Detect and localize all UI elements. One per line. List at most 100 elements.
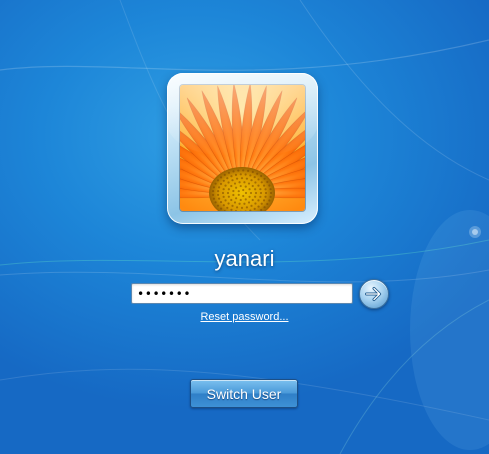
flower-seed bbox=[249, 174, 252, 177]
flower-seed bbox=[227, 202, 230, 205]
flower-seed bbox=[222, 179, 225, 182]
flower-seed bbox=[219, 176, 223, 179]
flower-seed bbox=[237, 190, 240, 193]
flower-seed bbox=[260, 181, 263, 184]
flower-seed bbox=[251, 170, 254, 174]
password-field[interactable] bbox=[131, 283, 353, 304]
flower-seed bbox=[248, 188, 251, 191]
avatar bbox=[180, 85, 305, 211]
flower-seed bbox=[224, 199, 227, 202]
flower-seed bbox=[242, 194, 245, 198]
flower-seed bbox=[254, 202, 257, 205]
flower-seed bbox=[243, 202, 246, 205]
flower-seed bbox=[262, 184, 266, 187]
flower-seed bbox=[212, 197, 216, 200]
flower-seed bbox=[232, 193, 235, 197]
flower-seed bbox=[259, 195, 262, 198]
flower-seed bbox=[248, 195, 251, 198]
flower-seed bbox=[247, 201, 251, 204]
flower-seed bbox=[218, 197, 221, 200]
flower-seed bbox=[259, 191, 263, 195]
flower-seed bbox=[216, 179, 220, 182]
flower-seed bbox=[266, 202, 269, 206]
flower-seed bbox=[235, 206, 239, 209]
flower-seed bbox=[257, 178, 260, 181]
flower-seed bbox=[244, 198, 247, 201]
flower-seed bbox=[223, 173, 226, 176]
flower-seed bbox=[235, 197, 238, 200]
flower-seed bbox=[247, 169, 250, 172]
switch-user-button[interactable]: Switch User bbox=[190, 379, 298, 408]
flower-seed bbox=[227, 188, 230, 191]
flower-seed bbox=[214, 182, 217, 185]
flower-seed bbox=[212, 189, 215, 193]
flower-seed bbox=[249, 191, 253, 195]
flower-seed bbox=[227, 195, 230, 198]
flower-seed bbox=[222, 195, 225, 198]
flower-seed bbox=[239, 184, 242, 188]
flower-seed bbox=[230, 198, 233, 202]
flower-seed bbox=[233, 201, 237, 204]
flower-seed bbox=[242, 188, 245, 192]
flower-seed bbox=[226, 177, 229, 180]
flower-seed bbox=[268, 199, 271, 202]
flower-seed bbox=[235, 177, 239, 180]
flower-seed bbox=[217, 193, 220, 196]
flower-seed bbox=[232, 189, 235, 193]
flower-seed bbox=[227, 171, 231, 174]
flower-seed bbox=[216, 204, 220, 207]
flower-seed bbox=[219, 182, 223, 186]
flower-seed bbox=[219, 200, 223, 204]
flower-seed bbox=[230, 208, 233, 211]
flower-seed bbox=[222, 188, 225, 191]
username-label: yanari bbox=[214, 246, 275, 271]
flower-seed bbox=[244, 173, 247, 176]
flower-seed bbox=[247, 182, 251, 185]
flower-seed bbox=[263, 177, 266, 180]
flower-seed bbox=[260, 174, 263, 178]
flower-seed bbox=[269, 191, 273, 195]
reset-password-link[interactable]: Reset password... bbox=[0, 311, 489, 323]
flower-seed bbox=[253, 176, 256, 179]
flower-seed bbox=[264, 191, 268, 195]
flower-seed bbox=[254, 181, 257, 184]
flower-seed bbox=[217, 190, 220, 193]
flower-seed bbox=[218, 186, 221, 189]
right-arrow-icon bbox=[365, 286, 382, 302]
flower-seed bbox=[244, 185, 247, 188]
flower-seed bbox=[234, 173, 238, 176]
flower-seed bbox=[235, 186, 238, 189]
flower-seed bbox=[263, 206, 266, 209]
flower-seed bbox=[240, 177, 244, 180]
flower-seed bbox=[269, 188, 272, 191]
flower-seed bbox=[214, 201, 217, 204]
flower-seed bbox=[233, 182, 237, 185]
flower-seed bbox=[259, 188, 262, 191]
flower-seed bbox=[221, 191, 225, 195]
flower-seed bbox=[231, 204, 234, 207]
submit-button[interactable] bbox=[359, 279, 389, 309]
flower-seed bbox=[224, 184, 227, 187]
flower-seed bbox=[232, 170, 235, 173]
flower-seed bbox=[260, 208, 263, 211]
flower-seed bbox=[251, 198, 254, 202]
flower-seed bbox=[222, 204, 225, 207]
flower-seed bbox=[227, 181, 230, 184]
flower-seed bbox=[230, 184, 233, 188]
flower-seed bbox=[239, 198, 242, 202]
flower-seed bbox=[238, 202, 241, 205]
flower-picture bbox=[180, 85, 305, 211]
flower-seed bbox=[262, 199, 266, 202]
flower-seed bbox=[239, 173, 242, 176]
flower-seed bbox=[240, 206, 244, 209]
flower-seed bbox=[251, 184, 254, 188]
flower-seed bbox=[254, 195, 257, 198]
flower-seed bbox=[230, 175, 233, 178]
flower-seed bbox=[250, 204, 253, 207]
flower-seed bbox=[212, 193, 215, 197]
flower-seed bbox=[254, 188, 257, 191]
flower-seed bbox=[256, 172, 259, 175]
flower-seed bbox=[253, 207, 256, 210]
flower-seed bbox=[244, 191, 248, 195]
flower-seed bbox=[237, 169, 240, 172]
